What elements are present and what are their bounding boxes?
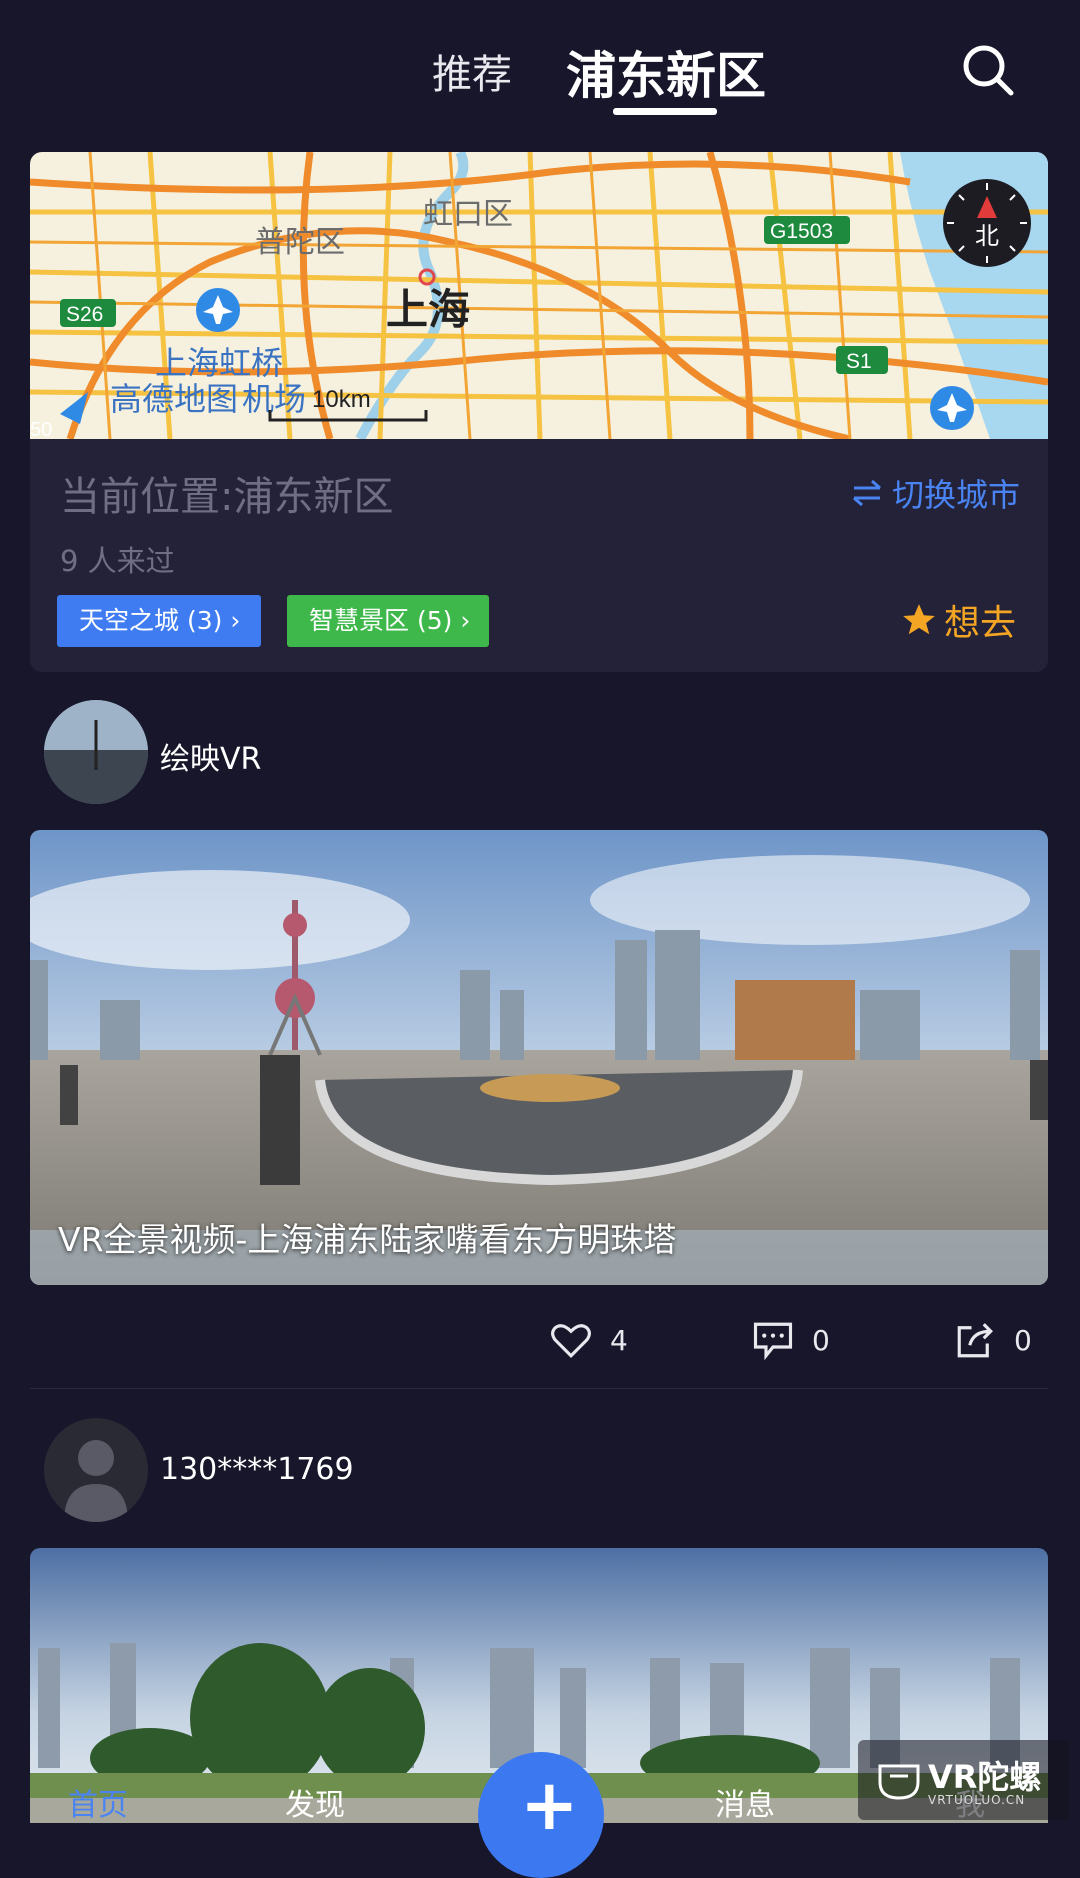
top-tab-bar: 推荐 浦东新区 (0, 0, 1080, 140)
map-label-amap: 高德地图 (110, 381, 238, 417)
tab-recommend[interactable]: 推荐 (432, 42, 512, 100)
city-map[interactable]: 普陀区 虹口区 上海 上海虹桥 高德地图 机场 S26 G1503 S1 10k… (30, 152, 1048, 439)
map-label-hongkou: 虹口区 (423, 198, 513, 231)
nav-home[interactable]: 首页 (68, 1780, 128, 1824)
watermark-subtext: VRTUOLUO.CN (928, 1793, 1026, 1807)
road-sign-s26: S26 (66, 303, 103, 326)
post-username[interactable]: 130****1769 (160, 1452, 354, 1487)
map-label-airport: 机场 (242, 381, 306, 417)
tab-pudong[interactable]: 浦东新区 (566, 36, 766, 108)
search-icon[interactable] (958, 40, 1018, 100)
tag-smart-scenic-label: 智慧景区 (5) (309, 606, 453, 635)
post-title: VR全景视频-上海浦东陆家嘴看东方明珠塔 (58, 1220, 677, 1259)
watermark-text: VR陀螺 (928, 1758, 1042, 1796)
vr-tuoluo-logo-icon (878, 1764, 920, 1800)
active-tab-indicator (613, 108, 717, 115)
location-card: 普陀区 虹口区 上海 上海虹桥 高德地图 机场 S26 G1503 S1 10k… (30, 152, 1048, 672)
tag-smart-scenic[interactable]: 智慧景区 (5) › (287, 595, 489, 647)
chevron-right-icon: › (460, 606, 471, 635)
share-button[interactable]: 0 (954, 1320, 1032, 1360)
chevron-right-icon: › (230, 606, 241, 635)
map-edge-label: 50 (30, 419, 52, 439)
share-count: 0 (1014, 1323, 1032, 1357)
switch-city-button[interactable]: 切换城市 (850, 470, 1020, 516)
post-actions: 4 0 0 (0, 1312, 1080, 1372)
tag-sky-city[interactable]: 天空之城 (3) › (57, 595, 261, 647)
avatar[interactable] (44, 1418, 148, 1522)
like-button[interactable]: 4 (550, 1320, 628, 1360)
visit-count: 9 人来过 (60, 544, 175, 578)
road-sign-s1: S1 (846, 350, 872, 373)
map-label-hongqiao: 上海虹桥 (155, 345, 283, 381)
post-username[interactable]: 绘映VR (160, 734, 261, 778)
post-video-thumbnail[interactable]: VR全景视频-上海浦东陆家嘴看东方明珠塔 (30, 830, 1048, 1285)
current-location-title: 当前位置:浦东新区 (60, 474, 394, 520)
compass-icon[interactable]: 北 (942, 178, 1032, 268)
comment-button[interactable]: 0 (752, 1320, 830, 1360)
switch-city-label: 切换城市 (892, 476, 1021, 514)
star-icon (903, 604, 935, 635)
nav-messages[interactable]: 消息 (715, 1780, 775, 1824)
map-label-shanghai: 上海 (386, 286, 470, 333)
swap-arrows-icon (853, 479, 881, 507)
share-icon (957, 1323, 993, 1358)
nav-discover[interactable]: 发现 (285, 1780, 345, 1824)
like-count: 4 (610, 1323, 628, 1357)
avatar[interactable] (44, 700, 148, 804)
comment-icon (753, 1322, 793, 1360)
map-scale-label: 10km (312, 386, 371, 413)
post-divider (30, 1388, 1048, 1389)
want-to-go-button[interactable]: 想去 (900, 594, 1016, 646)
comment-count: 0 (812, 1323, 830, 1357)
want-to-go-label: 想去 (944, 603, 1017, 644)
road-sign-g1503: G1503 (770, 220, 833, 243)
plus-icon: + (520, 1764, 579, 1846)
tag-sky-city-label: 天空之城 (3) (79, 606, 223, 635)
map-label-putuo: 普陀区 (255, 226, 345, 259)
heart-icon (551, 1324, 591, 1358)
compass-north-label: 北 (975, 223, 999, 250)
